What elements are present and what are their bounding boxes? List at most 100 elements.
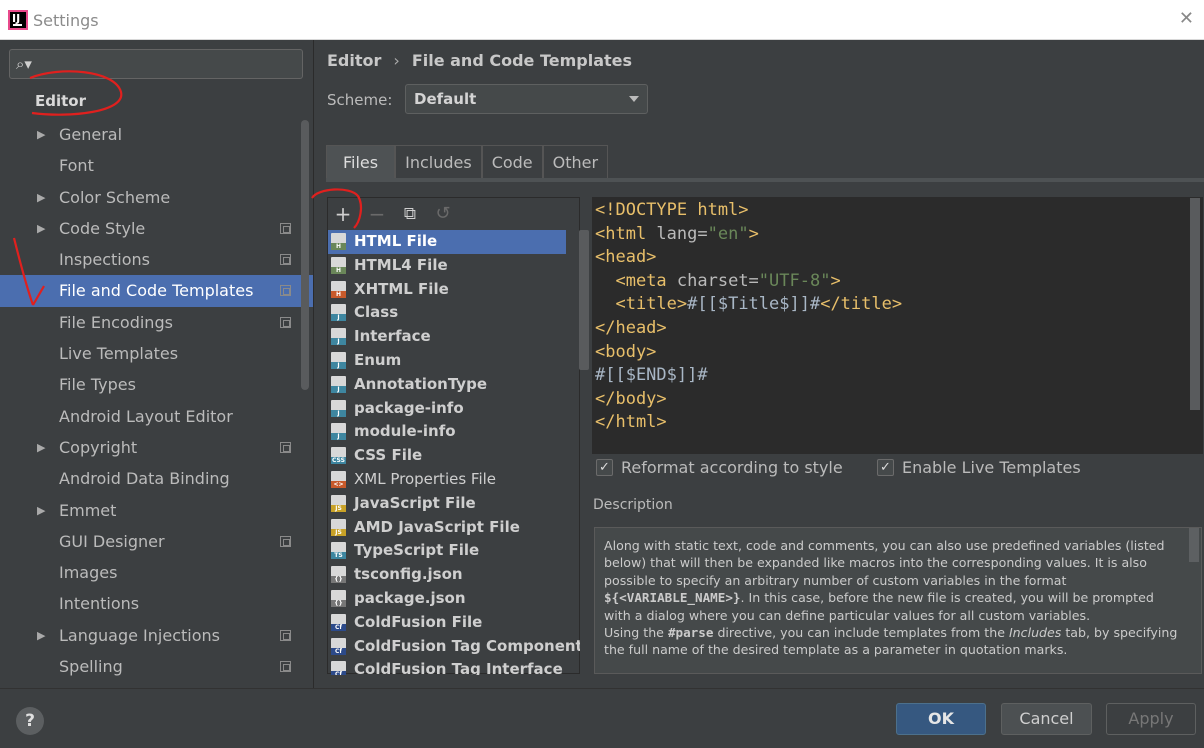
cancel-button[interactable]: Cancel <box>1001 703 1092 735</box>
ok-button[interactable]: OK <box>896 703 986 735</box>
chevron-right-icon[interactable]: ▶ <box>37 213 45 244</box>
template-list-item[interactable]: JS AMD JavaScript File <box>328 516 580 540</box>
sidebar-item-label: Code Style <box>59 218 146 238</box>
chevron-right-icon[interactable]: ▶ <box>37 620 45 651</box>
close-icon[interactable]: ✕ <box>1179 8 1194 29</box>
template-code-editor[interactable]: <!DOCTYPE html> <html lang="en"> <head> <m… <box>592 197 1203 454</box>
code-line: </body> <box>595 388 667 409</box>
sidebar-item[interactable]: File Encodings <box>0 307 313 338</box>
template-list-item[interactable]: Jpackage-info <box>328 397 580 421</box>
description-scrollbar[interactable] <box>1189 528 1199 562</box>
description-title: Description <box>593 497 673 513</box>
template-list-item[interactable]: H HTML File <box>328 230 566 254</box>
nav-tree: ▶ General Font ▶ Color Scheme ▶ Code Style Insp… <box>0 119 313 682</box>
remove-template-button[interactable]: − <box>365 202 389 226</box>
template-name: HTML File <box>354 232 438 250</box>
sidebar-item[interactable]: File and Code Templates <box>0 275 313 307</box>
template-list-item[interactable]: Cf ColdFusion Tag Component <box>328 635 580 659</box>
description-panel: Along with static text, code and comment… <box>594 527 1202 674</box>
template-list-item[interactable]: Jmodule-info <box>328 420 580 444</box>
sidebar-item[interactable]: Intentions <box>0 588 313 619</box>
project-scope-icon <box>280 222 291 234</box>
json-file-icon: {} <box>331 589 346 607</box>
sidebar-item[interactable]: Android Layout Editor <box>0 401 313 432</box>
template-list-item[interactable]: H HTML4 File <box>328 254 580 278</box>
settings-search-input[interactable]: ⌕▾ <box>9 49 303 79</box>
sidebar-item[interactable]: Inspections <box>0 244 313 275</box>
template-name: Enum <box>354 350 402 369</box>
sidebar-item[interactable]: File Types <box>0 369 313 400</box>
html-file-icon: H <box>331 233 346 250</box>
template-list-item[interactable]: {} package.json <box>328 587 580 611</box>
chevron-right-icon[interactable]: ▶ <box>37 182 45 213</box>
search-icon[interactable]: ⌕▾ <box>16 55 32 73</box>
sidebar-item-label: General <box>59 125 123 144</box>
template-list-item[interactable]: {} tsconfig.json <box>328 563 580 587</box>
help-icon[interactable]: ? <box>16 707 44 735</box>
sidebar-item[interactable]: ▶ General <box>0 119 313 150</box>
sidebar-item[interactable]: ▶ Copyright <box>0 432 313 463</box>
reset-template-button[interactable]: ↺ <box>431 202 455 226</box>
sidebar-item[interactable]: Live Templates <box>0 338 313 369</box>
template-list-item[interactable]: J AnnotationType <box>328 373 580 397</box>
sidebar-item[interactable]: Font <box>0 150 313 181</box>
template-list-item[interactable]: TS TypeScript File <box>328 539 580 563</box>
copy-template-button[interactable]: ⧉ <box>398 202 422 226</box>
java-file-icon: J <box>331 304 346 322</box>
tab-other[interactable]: Other <box>542 145 609 179</box>
template-name: AMD JavaScript File <box>354 517 520 536</box>
template-toolbar: + − ⧉ ↺ <box>328 198 580 230</box>
template-list-item[interactable]: <> XML Properties File <box>328 468 580 492</box>
dialog-button-bar: ? OK Cancel Apply <box>0 688 1204 748</box>
template-list-item[interactable]: H XHTML File <box>328 278 580 302</box>
tab-code[interactable]: Code <box>481 145 543 179</box>
apply-button[interactable]: Apply <box>1106 703 1196 735</box>
sidebar-item-label: Font <box>59 156 94 176</box>
java-file-icon: J <box>331 399 346 417</box>
template-list-item[interactable]: J Class <box>328 301 580 325</box>
check-icon[interactable]: ✓ <box>877 459 894 476</box>
chevron-right-icon[interactable]: ▶ <box>37 119 45 150</box>
breadcrumb-separator: › <box>393 51 400 70</box>
sidebar-item[interactable]: GUI Designer <box>0 526 313 557</box>
tab-files[interactable]: Files <box>326 145 396 179</box>
chevron-right-icon[interactable]: ▶ <box>37 495 45 526</box>
sidebar-item[interactable]: ▶ Code Style <box>0 213 313 244</box>
add-template-button[interactable]: + <box>331 202 355 226</box>
chevron-right-icon[interactable]: ▶ <box>37 432 45 463</box>
breadcrumb: Editor › File and Code Templates <box>327 51 632 70</box>
project-scope-icon <box>280 285 291 297</box>
template-name: HTML4 File <box>354 255 448 274</box>
editor-scrollbar[interactable] <box>1190 198 1200 410</box>
template-list-item[interactable]: CSS CSS File <box>328 444 580 468</box>
check-icon[interactable]: ✓ <box>596 459 613 476</box>
sidebar-item[interactable]: Spelling <box>0 651 313 682</box>
sidebar-item-label: Android Layout Editor <box>59 406 233 426</box>
sidebar-item[interactable]: Android Data Binding <box>0 463 313 494</box>
code-line: </head> <box>595 318 667 338</box>
template-list[interactable]: H HTML File H HTML4 File H XHTML File J Class J I… <box>328 230 580 675</box>
breadcrumb-parent: Editor <box>327 51 382 70</box>
scheme-dropdown[interactable]: Default <box>405 84 648 114</box>
sidebar-item[interactable]: ▶ Emmet <box>0 495 313 526</box>
coldfusion-file-icon: Cf <box>331 661 346 675</box>
template-list-item[interactable]: Cf ColdFusion File <box>328 611 580 635</box>
template-list-item[interactable]: J Interface <box>328 325 580 349</box>
sidebar-item-label: Color Scheme <box>59 187 171 207</box>
sidebar-item[interactable]: ▶ Language Injections <box>0 620 313 651</box>
nav-scrollbar[interactable] <box>301 120 309 390</box>
nav-heading-editor[interactable]: Editor <box>35 92 86 110</box>
template-list-item[interactable]: Cf ColdFusion Tag Interface <box>328 658 580 675</box>
content-panel: Editor › File and Code Templates Scheme: D… <box>315 40 1204 688</box>
template-list-item[interactable]: J Enum <box>328 349 580 373</box>
template-list-item[interactable]: JS JavaScript File <box>328 492 580 516</box>
sidebar-item[interactable]: ▶ Color Scheme <box>0 182 313 213</box>
code-line: <body> <box>595 341 657 362</box>
project-scope-icon <box>280 661 291 673</box>
template-list-scrollbar[interactable] <box>579 230 589 370</box>
template-name: XML Properties File <box>354 469 497 488</box>
js-file-icon: JS <box>331 494 346 512</box>
sidebar-item[interactable]: Images <box>0 557 313 588</box>
tab-includes[interactable]: Includes <box>395 145 482 179</box>
template-tabs: Files Includes Code Other <box>326 145 609 179</box>
